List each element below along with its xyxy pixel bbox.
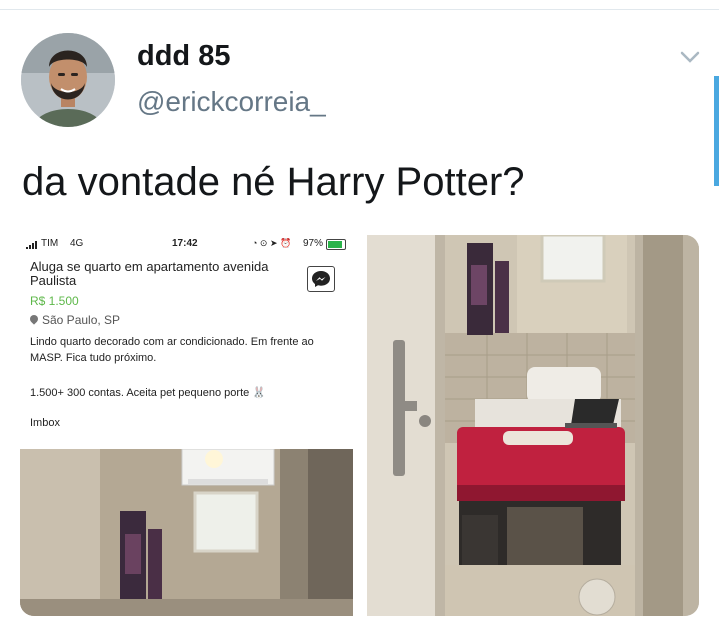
messenger-button[interactable] bbox=[307, 266, 335, 292]
display-name[interactable]: ddd 85 bbox=[137, 40, 230, 73]
status-time: 17:42 bbox=[172, 238, 198, 249]
tweet-text: da vontade né Harry Potter? bbox=[22, 160, 525, 204]
phone-status-bar: TIM 4G 17:42 ◔ ⊙ ➤ ⏰ 97% bbox=[20, 235, 353, 253]
listing-costs: 1.500+ 300 contas. Aceita pet pequeno po… bbox=[30, 387, 267, 399]
room-photo-left bbox=[20, 448, 353, 616]
listing-price: R$ 1.500 bbox=[30, 294, 79, 308]
listing-card: Aluga se quarto em apartamento avenida P… bbox=[20, 253, 353, 449]
room-photo-right bbox=[367, 235, 699, 616]
battery-percent: 97% bbox=[303, 238, 324, 249]
messenger-icon bbox=[312, 271, 330, 287]
network-label: 4G bbox=[70, 238, 84, 249]
avatar-image bbox=[21, 33, 115, 127]
signal-icon bbox=[26, 241, 37, 249]
avatar[interactable] bbox=[21, 33, 115, 127]
location-pin-icon bbox=[28, 313, 40, 325]
location-text: São Paulo, SP bbox=[42, 313, 121, 327]
user-handle[interactable]: @erickcorreia_ bbox=[137, 86, 326, 118]
listing-title: Aluga se quarto em apartamento avenida P… bbox=[30, 259, 269, 288]
battery-icon bbox=[326, 239, 346, 250]
chevron-down-icon[interactable] bbox=[679, 49, 701, 65]
media-image-room[interactable] bbox=[367, 235, 699, 616]
scrollbar-thumb[interactable] bbox=[714, 76, 719, 186]
top-divider bbox=[0, 9, 719, 10]
media-image-listing[interactable]: TIM 4G 17:42 ◔ ⊙ ➤ ⏰ 97% Aluga se quarto… bbox=[20, 235, 353, 616]
listing-description: Lindo quarto decorado com ar condicionad… bbox=[30, 336, 314, 364]
listing-closing: Imbox bbox=[30, 417, 60, 429]
carrier-label: TIM bbox=[41, 238, 59, 249]
status-icons: ◔ ⊙ ➤ ⏰ bbox=[252, 238, 292, 248]
listing-location: São Paulo, SP bbox=[28, 313, 121, 327]
